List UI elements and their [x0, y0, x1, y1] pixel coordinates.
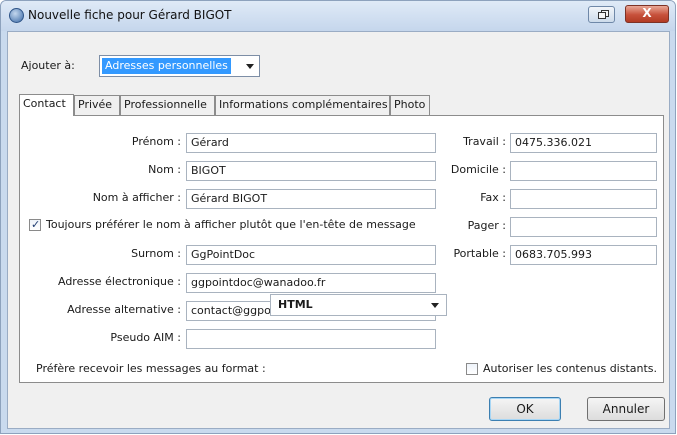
dialog-body: Ajouter à: Adresses personnelles Contact…	[7, 31, 670, 429]
aim-field[interactable]	[186, 329, 436, 349]
pager-label: Pager :	[467, 219, 506, 232]
nom-field[interactable]: BIGOT	[186, 161, 436, 181]
prefer-display-label: Toujours préférer le nom à afficher plut…	[46, 218, 416, 231]
format-selected: HTML	[278, 298, 313, 311]
domicile-label: Domicile :	[450, 163, 506, 176]
tab-professionnelle[interactable]: Professionnelle	[120, 95, 215, 115]
close-button[interactable]: X	[625, 5, 669, 23]
nom-label: Nom :	[148, 163, 181, 176]
addressbook-selected: Adresses personnelles	[102, 58, 231, 74]
travail-field[interactable]: 0475.336.021	[510, 133, 657, 153]
tab-photo[interactable]: Photo	[390, 95, 430, 115]
chevron-down-icon	[246, 64, 254, 69]
pager-field[interactable]	[510, 217, 657, 237]
dialog-window: Nouvelle fiche pour Gérard BIGOT X Ajout…	[0, 0, 676, 434]
window-title: Nouvelle fiche pour Gérard BIGOT	[28, 8, 232, 22]
remote-content-checkbox[interactable]	[466, 363, 478, 375]
remote-content-label: Autoriser les contenus distants.	[483, 362, 658, 375]
display-name-field[interactable]: Gérard BIGOT	[186, 189, 436, 209]
fax-field[interactable]	[510, 189, 657, 209]
travail-label: Travail :	[463, 135, 506, 148]
format-label: Préfère recevoir les messages au format …	[36, 362, 266, 375]
email-field[interactable]: ggpointdoc@wanadoo.fr	[186, 273, 436, 293]
app-icon	[9, 8, 24, 23]
format-select[interactable]: HTML	[270, 294, 447, 316]
prenom-label: Prénom :	[131, 135, 181, 148]
surnom-field[interactable]: GgPointDoc	[186, 245, 436, 265]
surnom-label: Surnom :	[131, 247, 181, 260]
domicile-field[interactable]	[510, 161, 657, 181]
display-name-label: Nom à afficher :	[92, 191, 181, 204]
prenom-field[interactable]: Gérard	[186, 133, 436, 153]
fax-label: Fax :	[480, 191, 506, 204]
title-bar[interactable]: Nouvelle fiche pour Gérard BIGOT X	[1, 1, 675, 31]
cancel-button[interactable]: Annuler	[587, 397, 665, 421]
prefer-display-checkbox[interactable]: ✓	[29, 218, 41, 231]
tab-informations[interactable]: Informations complémentaires	[215, 95, 390, 115]
add-to-label: Ajouter à:	[21, 59, 75, 72]
restore-button[interactable]	[588, 6, 615, 23]
tab-contact[interactable]: Contact	[19, 94, 74, 116]
portable-label: Portable :	[453, 247, 506, 260]
aim-label: Pseudo AIM :	[110, 331, 181, 344]
ok-button[interactable]: OK	[489, 397, 561, 421]
tab-privee[interactable]: Privée	[74, 95, 120, 115]
checkmark-icon: ✓	[31, 218, 41, 231]
portable-field[interactable]: 0683.705.993	[510, 245, 657, 265]
chevron-down-icon	[431, 303, 439, 308]
email-label: Adresse électronique :	[57, 275, 181, 288]
alt-email-label: Adresse alternative :	[67, 303, 181, 316]
contact-panel: Prénom : Gérard Nom : BIGOT Nom à affich…	[19, 115, 664, 383]
addressbook-select[interactable]: Adresses personnelles	[99, 55, 260, 77]
